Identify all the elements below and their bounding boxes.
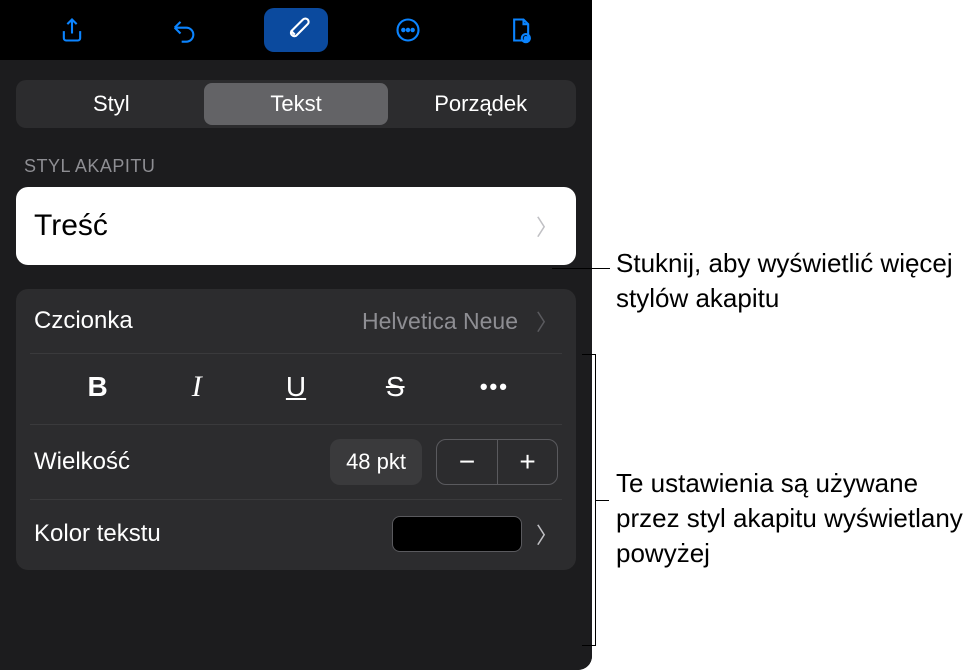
callout-bracket-top (582, 354, 596, 355)
italic-button[interactable]: I (147, 364, 246, 410)
paragraph-style-row[interactable]: Treść 〉 (16, 187, 576, 265)
format-button[interactable] (264, 8, 328, 52)
font-settings-group: Czcionka Helvetica Neue 〉 B I U S ••• Wi… (16, 289, 576, 570)
text-color-label: Kolor tekstu (34, 520, 378, 548)
chevron-right-icon: 〉 (536, 210, 558, 242)
size-row: Wielkość 48 pkt − + (30, 424, 562, 499)
tab-style[interactable]: Styl (19, 83, 204, 125)
text-color-row[interactable]: Kolor tekstu 〉 (30, 499, 562, 570)
strikethrough-button[interactable]: S (346, 365, 445, 409)
size-stepper: − + (436, 439, 558, 485)
panel-content: Styl Tekst Porządek STYL AKAPITU Treść 〉… (0, 60, 592, 670)
brush-icon (282, 16, 310, 44)
share-icon (58, 16, 86, 44)
font-label: Czcionka (34, 307, 350, 335)
undo-button[interactable] (152, 8, 216, 52)
tab-text[interactable]: Tekst (204, 83, 389, 125)
format-panel: Styl Tekst Porządek STYL AKAPITU Treść 〉… (0, 0, 592, 670)
size-decrease-button[interactable]: − (437, 440, 497, 484)
more-format-button[interactable]: ••• (445, 368, 544, 406)
chevron-right-icon: 〉 (536, 518, 558, 550)
tab-segmented-control: Styl Tekst Porządek (16, 80, 576, 128)
callout-text-1: Stuknij, aby wyświetlić więcej stylów ak… (616, 246, 956, 316)
paragraph-style-value: Treść (34, 209, 108, 243)
text-color-swatch[interactable] (392, 516, 522, 552)
text-format-row: B I U S ••• (30, 353, 562, 424)
chevron-right-icon: 〉 (536, 305, 558, 337)
callout-bracket-bottom (582, 645, 596, 646)
underline-button[interactable]: U (246, 365, 345, 409)
more-button[interactable] (376, 8, 440, 52)
callout-text-2: Te ustawienia są używane przez styl akap… (616, 466, 971, 571)
more-icon (394, 16, 422, 44)
bold-button[interactable]: B (48, 365, 147, 409)
size-value[interactable]: 48 pkt (330, 439, 422, 485)
callout-line-1 (552, 268, 610, 269)
size-increase-button[interactable]: + (497, 440, 557, 484)
size-label: Wielkość (34, 448, 316, 476)
top-toolbar (0, 0, 592, 60)
share-button[interactable] (40, 8, 104, 52)
paragraph-style-section-label: STYL AKAPITU (24, 156, 568, 177)
font-value: Helvetica Neue (362, 308, 518, 335)
tab-arrange[interactable]: Porządek (388, 83, 573, 125)
document-button[interactable] (488, 8, 552, 52)
font-row[interactable]: Czcionka Helvetica Neue 〉 (16, 289, 576, 353)
document-icon (506, 16, 534, 44)
undo-icon (170, 16, 198, 44)
callout-connector-2 (595, 500, 609, 501)
